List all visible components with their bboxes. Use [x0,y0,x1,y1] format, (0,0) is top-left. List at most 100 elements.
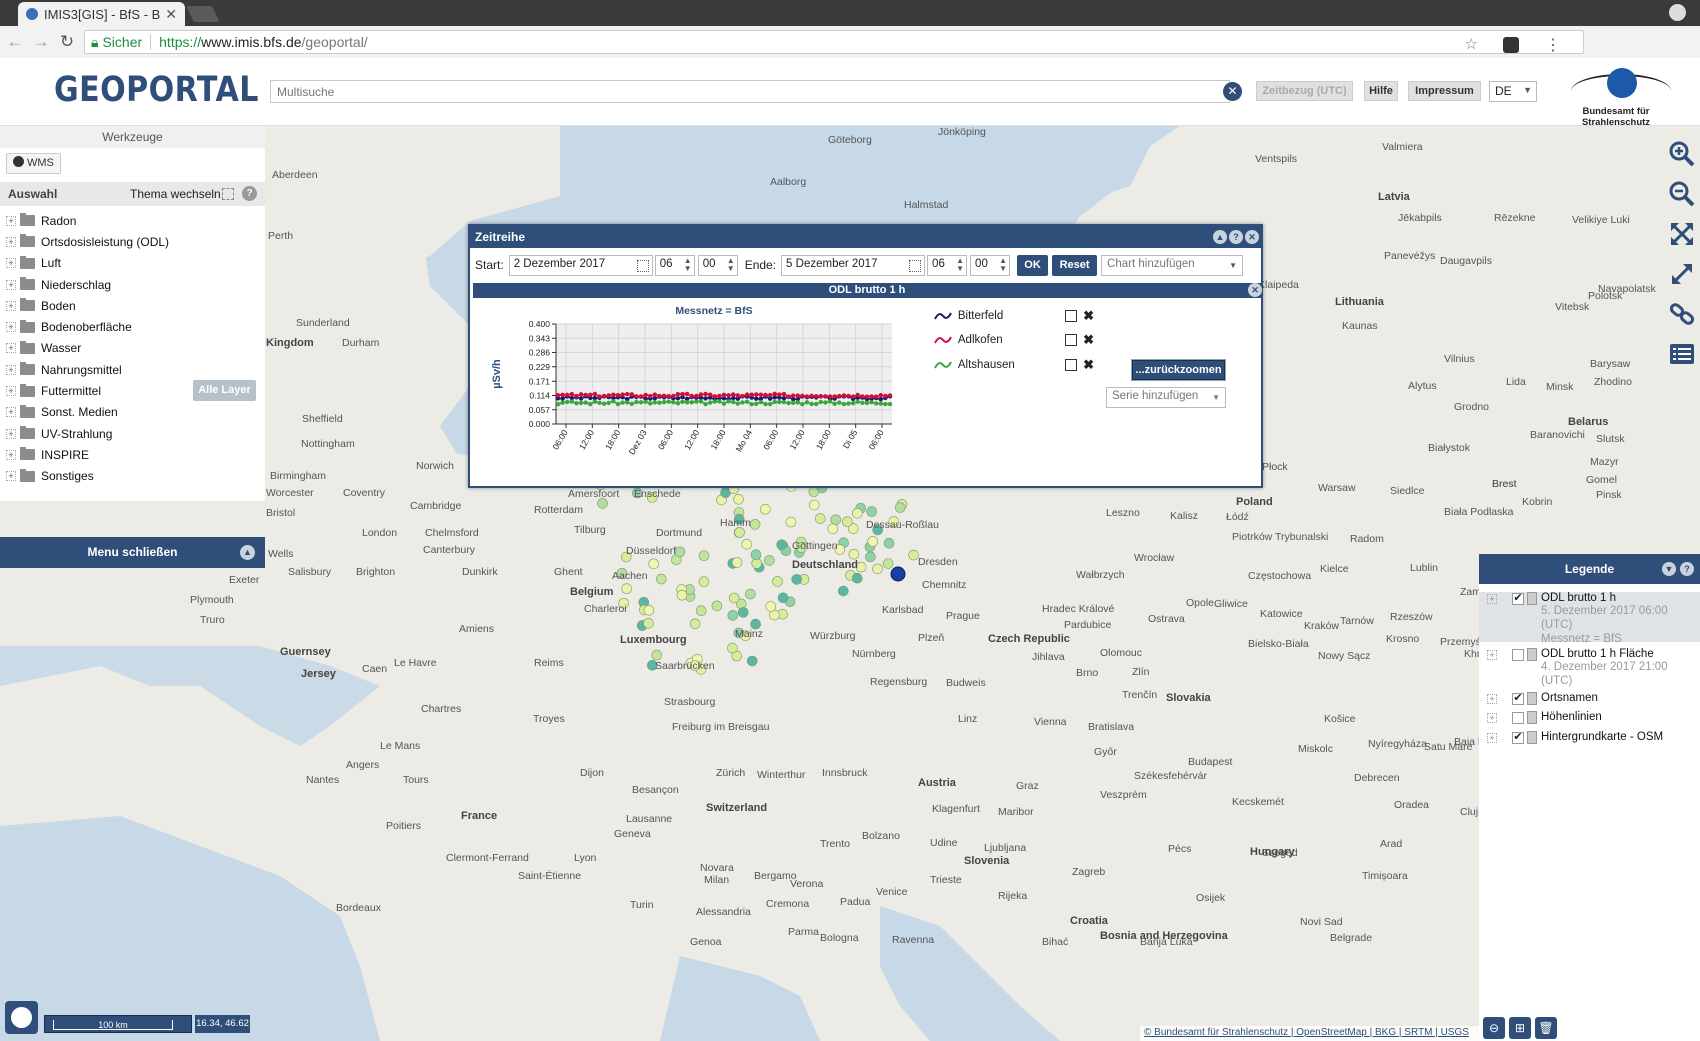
series-point[interactable] [795,393,800,398]
expand-icon[interactable]: + [6,364,16,375]
series-point[interactable] [841,401,847,407]
remove-icon[interactable]: ✖ [1083,357,1094,373]
series-point[interactable] [869,394,874,399]
expand-icon[interactable]: + [1487,694,1497,704]
series-point[interactable] [804,394,810,399]
station-marker[interactable] [765,601,777,612]
browser-menu-icon[interactable]: ⋮ [1545,35,1561,55]
account-icon[interactable] [1669,4,1686,21]
series-point[interactable] [578,396,584,401]
series-point[interactable] [754,392,759,397]
start-date-field[interactable]: 2 Dezember 2017 [508,254,653,276]
series-point[interactable] [707,400,713,405]
series-point[interactable] [675,401,681,406]
series-point[interactable] [629,392,634,397]
station-marker[interactable] [727,610,739,621]
station-marker[interactable] [728,592,740,604]
series-point[interactable] [790,400,796,406]
series-point[interactable] [754,401,759,407]
map-attribution[interactable]: © Bundesamt für Strahlenschutz | OpenStr… [1140,1026,1480,1041]
series-point[interactable] [749,392,754,397]
series-point[interactable] [680,399,685,405]
expand-icon[interactable]: + [6,322,16,333]
series-point[interactable] [620,392,625,397]
series-point[interactable] [620,400,625,405]
series-point[interactable] [624,400,630,405]
series-legend-item[interactable]: Bitterfeld ✖ [934,308,1094,324]
tree-item[interactable]: + Sonstiges [6,466,261,487]
layer-checkbox[interactable]: ✔ [1512,732,1524,744]
save-icon[interactable] [1065,334,1078,346]
extension-icon[interactable] [1503,37,1519,53]
station-marker[interactable] [842,516,853,528]
station-marker[interactable] [746,655,758,667]
series-point[interactable] [777,399,782,405]
series-point[interactable] [694,399,699,404]
series-point[interactable] [666,399,671,404]
station-marker[interactable] [837,585,849,597]
expand-icon[interactable]: + [6,428,16,439]
series-point[interactable] [804,400,810,405]
legend-item[interactable]: + ✔ ODL brutto 1 h 5. Dezember 2017 06:00 (… [1479,592,1700,645]
series-point[interactable] [850,394,856,399]
series-point[interactable] [666,394,671,399]
language-select[interactable]: DE ▼ [1489,81,1537,102]
search-clear-icon[interactable]: ✕ [1223,82,1242,101]
series-point[interactable] [827,399,833,404]
station-marker[interactable] [676,589,688,601]
series-point[interactable] [740,393,745,399]
series-point[interactable] [606,393,611,398]
expand-icon[interactable]: + [1487,733,1497,743]
series-point[interactable] [855,399,860,404]
series-point[interactable] [758,399,764,405]
zeitreihe-header[interactable]: Zeitreihe ▲ ? ✕ [470,226,1261,248]
expand-icon[interactable]: + [6,471,16,482]
browser-tab[interactable]: IMIS3[GIS] - BfS - Bu ✕ [18,2,185,26]
series-point[interactable] [597,394,602,399]
tree-item[interactable]: + Niederschlag [6,274,261,295]
spinner-icon[interactable]: ▲ ▼ [727,256,735,273]
series-point[interactable] [578,392,584,397]
legend-item[interactable]: + ODL brutto 1 h Fläche 4. Dezember 2017 2… [1479,648,1700,688]
series-point[interactable] [661,399,667,405]
station-marker[interactable] [741,538,753,550]
series-point[interactable] [648,401,653,406]
series-point[interactable] [707,392,713,397]
series-point[interactable] [832,401,837,407]
series-point[interactable] [809,393,814,399]
series-point[interactable] [800,393,805,399]
series-point[interactable] [878,392,883,398]
layer-checkbox[interactable] [1512,649,1524,661]
multisearch-input[interactable] [270,80,1230,103]
series-point[interactable] [583,400,588,405]
tree-item[interactable]: + Wasser [6,338,261,359]
series-point[interactable] [680,391,685,397]
end-date-field[interactable]: 5 Dezember 2017 [781,254,926,276]
series-point[interactable] [837,400,842,405]
series-point[interactable] [846,401,851,406]
spinner-icon[interactable]: ▲ ▼ [999,256,1007,273]
start-hour-field[interactable]: 06 ▲ ▼ [654,254,695,276]
series-point[interactable] [795,400,800,405]
station-marker[interactable] [745,588,756,600]
odl-chart[interactable]: Messnetz = BfS µSv/h 0.400 0.343 0.286 0.229 0… [478,302,898,474]
series-point[interactable] [864,394,870,399]
series-point[interactable] [726,393,731,398]
series-point[interactable] [588,401,593,407]
station-marker[interactable] [737,607,749,618]
series-legend-item[interactable]: Adlkofen ✖ [934,332,1094,348]
layer-checkbox[interactable]: ✔ [1512,693,1524,705]
station-marker[interactable] [733,493,744,505]
series-point[interactable] [583,392,588,398]
series-point[interactable] [790,393,796,398]
series-point[interactable] [569,399,575,404]
station-marker[interactable] [814,513,826,524]
help-icon[interactable]: ? [1229,230,1243,244]
series-point[interactable] [652,392,658,397]
expand-icon[interactable]: + [1487,594,1497,604]
series-point[interactable] [592,391,598,397]
series-point[interactable] [606,400,611,406]
series-point[interactable] [860,394,865,399]
series-point[interactable] [731,399,736,405]
series-point[interactable] [823,400,828,405]
